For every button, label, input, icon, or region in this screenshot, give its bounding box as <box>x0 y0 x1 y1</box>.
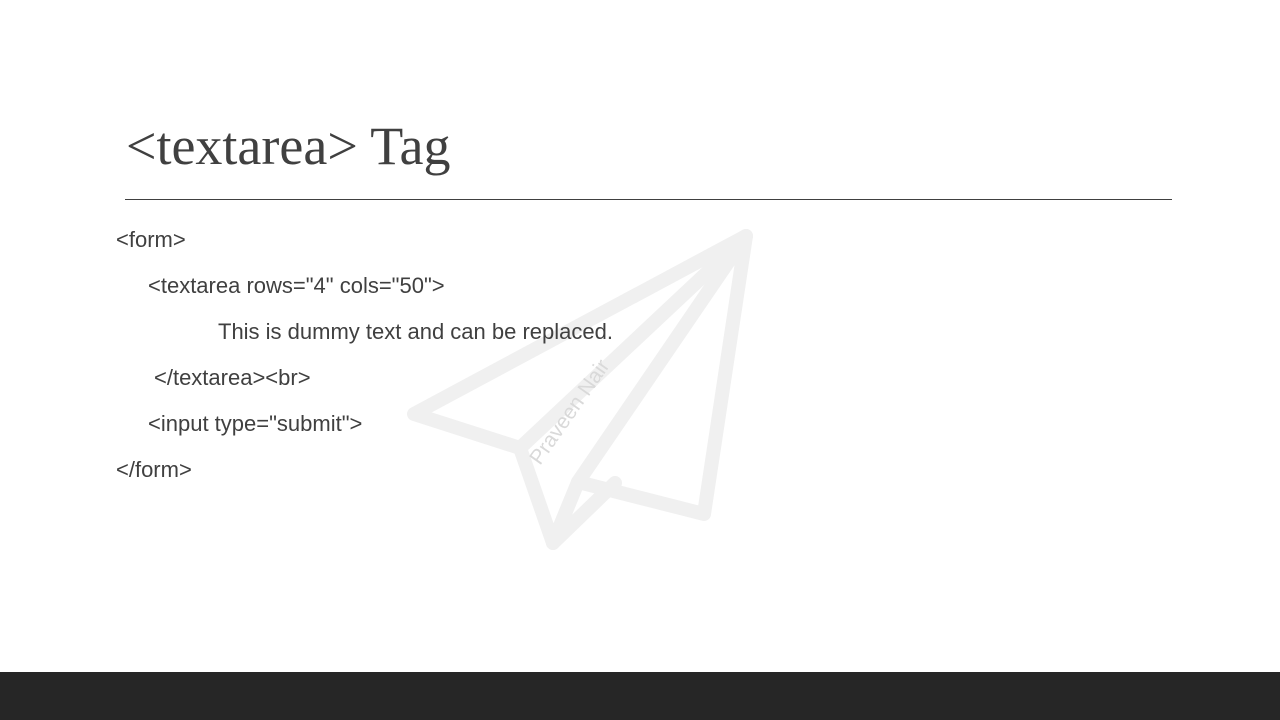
title-divider <box>125 199 1172 200</box>
code-line-textarea-close: </textarea><br> <box>154 365 311 390</box>
code-line-textarea-content: This is dummy text and can be replaced. <box>218 319 613 344</box>
code-line-form-open: <form> <box>116 227 186 252</box>
slide-title: <textarea> Tag <box>126 116 451 176</box>
code-line-form-close: </form> <box>116 457 192 482</box>
slide: Praveen Nair <textarea> Tag <form> <text… <box>0 0 1280 672</box>
paper-plane-watermark: Praveen Nair <box>407 229 753 550</box>
code-line-input-submit: <input type="submit"> <box>148 411 363 436</box>
footer-bar <box>0 672 1280 720</box>
code-line-textarea-open: <textarea rows="4" cols="50"> <box>148 273 445 298</box>
